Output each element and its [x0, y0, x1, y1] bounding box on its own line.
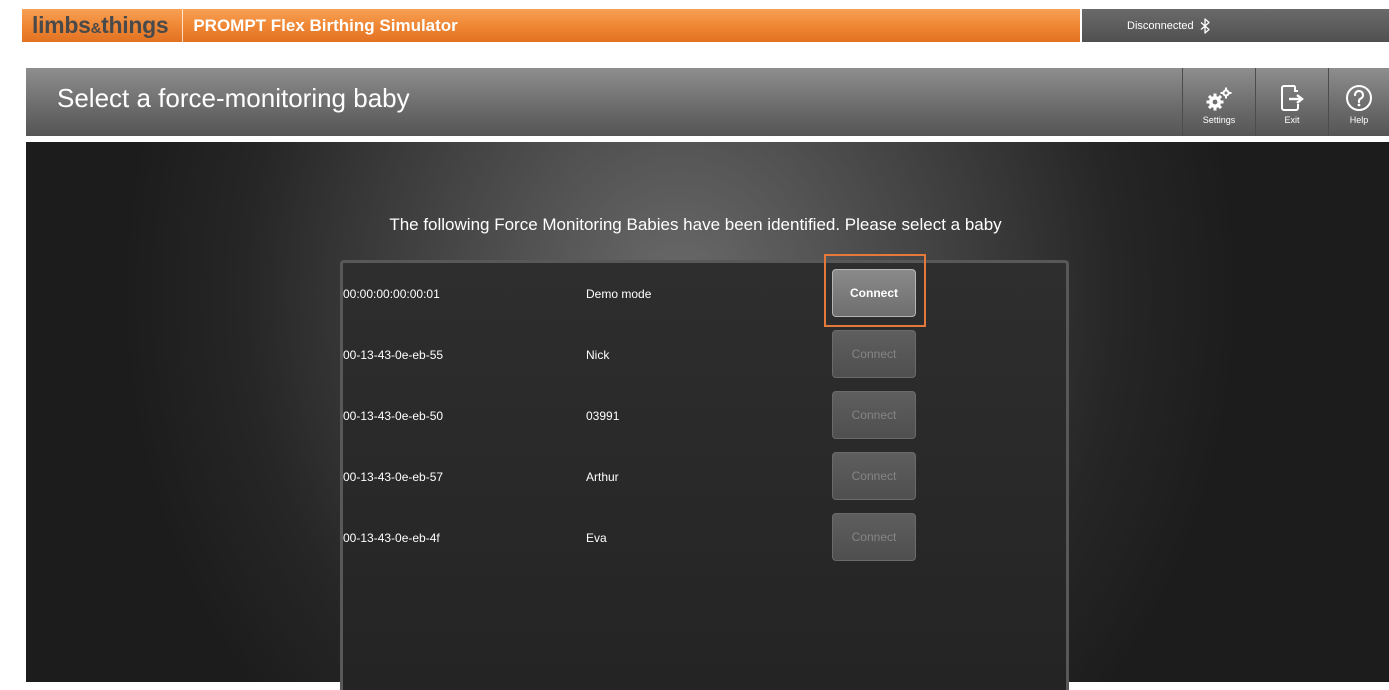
exit-icon: [1281, 85, 1304, 111]
brand-logo: limbs&things: [32, 12, 169, 39]
baby-address: 00-13-43-0e-eb-55: [343, 348, 444, 362]
baby-name: Arthur: [586, 470, 619, 484]
baby-address: 00-13-43-0e-eb-50: [343, 409, 444, 423]
connect-button[interactable]: Connect: [832, 391, 916, 439]
settings-button[interactable]: Settings: [1182, 68, 1255, 136]
baby-row: 00-13-43-0e-eb-4f Eva Connect: [343, 507, 1063, 561]
connection-status: Disconnected: [1127, 19, 1194, 32]
connect-button[interactable]: Connect: [832, 269, 916, 317]
logo-amp: &: [90, 20, 102, 37]
bluetooth-icon: [1200, 17, 1210, 34]
connect-button[interactable]: Connect: [832, 330, 916, 378]
baby-address: 00-13-43-0e-eb-4f: [343, 531, 440, 545]
logo-left: limbs: [32, 12, 91, 38]
instruction-text: The following Force Monitoring Babies ha…: [389, 215, 1002, 234]
connect-button[interactable]: Connect: [832, 513, 916, 561]
settings-label: Settings: [1202, 115, 1236, 125]
top-bar: limbs&things PROMPT Flex Birthing Simula…: [0, 0, 1389, 48]
baby-name: Demo mode: [586, 287, 652, 301]
brand-divider: [182, 9, 184, 42]
baby-row: 00-13-43-0e-eb-50 03991 Connect: [343, 385, 1063, 439]
help-button[interactable]: Help: [1328, 68, 1389, 136]
app-title: PROMPT Flex Birthing Simulator: [193, 15, 458, 35]
connect-button[interactable]: Connect: [832, 452, 916, 500]
help-icon: [1346, 85, 1372, 111]
baby-row: 00-13-43-0e-eb-55 Nick Connect: [343, 324, 1063, 378]
baby-address: 00-13-43-0e-eb-57: [343, 470, 444, 484]
main-stage: The following Force Monitoring Babies ha…: [26, 142, 1389, 690]
exit-label: Exit: [1284, 115, 1300, 125]
baby-name: Eva: [586, 531, 607, 545]
baby-row: 00:00:00:00:00:01 Demo mode Connect: [343, 263, 1063, 317]
baby-row: 00-13-43-0e-eb-57 Arthur Connect: [343, 446, 1063, 500]
connection-status-bar: Disconnected: [1082, 9, 1389, 42]
baby-name: Nick: [586, 348, 610, 362]
gear-icon: [1206, 87, 1232, 111]
exit-button[interactable]: Exit: [1255, 68, 1328, 136]
baby-address: 00:00:00:00:00:01: [343, 287, 440, 301]
baby-name: 03991: [586, 409, 620, 423]
brand-bar: limbs&things PROMPT Flex Birthing Simula…: [22, 9, 1080, 42]
baby-list-panel: 00:00:00:00:00:01 Demo mode Connect 00-1…: [340, 260, 1069, 690]
logo-right: things: [101, 12, 169, 38]
help-label: Help: [1349, 115, 1369, 125]
page-header: Select a force-monitoring baby Settings …: [26, 68, 1389, 136]
page-title: Select a force-monitoring baby: [57, 83, 410, 113]
